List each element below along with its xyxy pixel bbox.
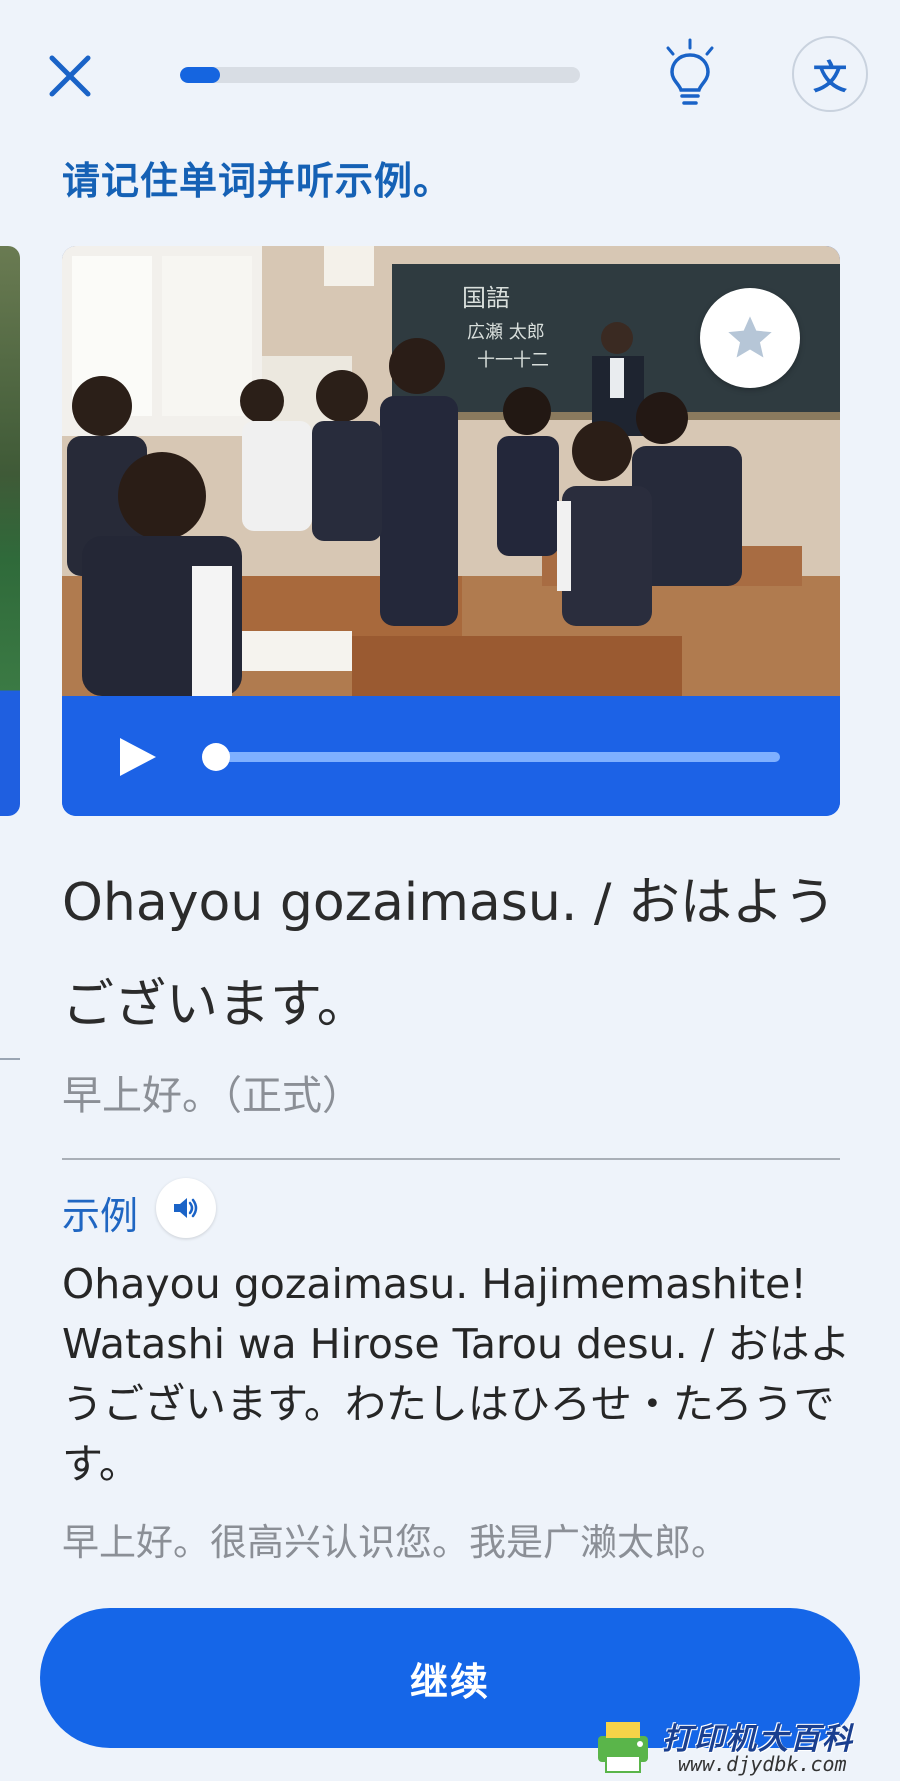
play-icon bbox=[120, 738, 156, 776]
close-icon bbox=[49, 55, 91, 97]
translate-button[interactable]: 文 bbox=[792, 36, 868, 112]
audio-player bbox=[62, 696, 840, 816]
hint-button[interactable] bbox=[660, 38, 720, 110]
divider-peek bbox=[0, 1058, 20, 1060]
chalkboard-line-1: 国語 bbox=[462, 284, 510, 312]
example-translation: 早上好。很高兴认识您。我是广濑太郎。 bbox=[62, 1521, 728, 1564]
instruction-text: 请记住单词并听示例。 bbox=[62, 159, 453, 203]
favorite-button[interactable] bbox=[700, 288, 800, 388]
printer-logo-icon bbox=[598, 1722, 648, 1773]
example-text: Ohayou gozaimasu. Hajimemashite! Watashi… bbox=[62, 1260, 851, 1488]
word-translation: 早上好。（正式） bbox=[62, 1073, 362, 1119]
watermark: 打印机大百科 www.djydbk.com bbox=[592, 1712, 892, 1776]
chalkboard-line-2: 広瀬 太郎 bbox=[467, 322, 545, 343]
chalkboard-line-3: 十一十二 bbox=[477, 350, 549, 371]
media-card: 国語 広瀬 太郎 十一十二 bbox=[62, 246, 840, 816]
audio-seek-track[interactable] bbox=[214, 752, 780, 762]
speaker-icon bbox=[174, 1198, 198, 1218]
example-label: 示例 bbox=[62, 1194, 139, 1238]
lesson-progress-bar bbox=[180, 67, 580, 83]
watermark-url: www.djydbk.com bbox=[678, 1752, 847, 1776]
star-icon bbox=[728, 316, 772, 358]
lesson-progress-fill bbox=[180, 67, 220, 83]
lightbulb-icon bbox=[666, 38, 714, 105]
previous-card-peek bbox=[0, 246, 20, 816]
example-audio-button[interactable] bbox=[156, 1178, 216, 1238]
close-button[interactable] bbox=[44, 50, 96, 102]
word-text: Ohayou gozaimasu. / おはようございます。 bbox=[62, 873, 836, 1035]
audio-seek-handle[interactable] bbox=[202, 743, 230, 771]
divider bbox=[62, 1158, 840, 1160]
play-button[interactable] bbox=[114, 734, 160, 780]
